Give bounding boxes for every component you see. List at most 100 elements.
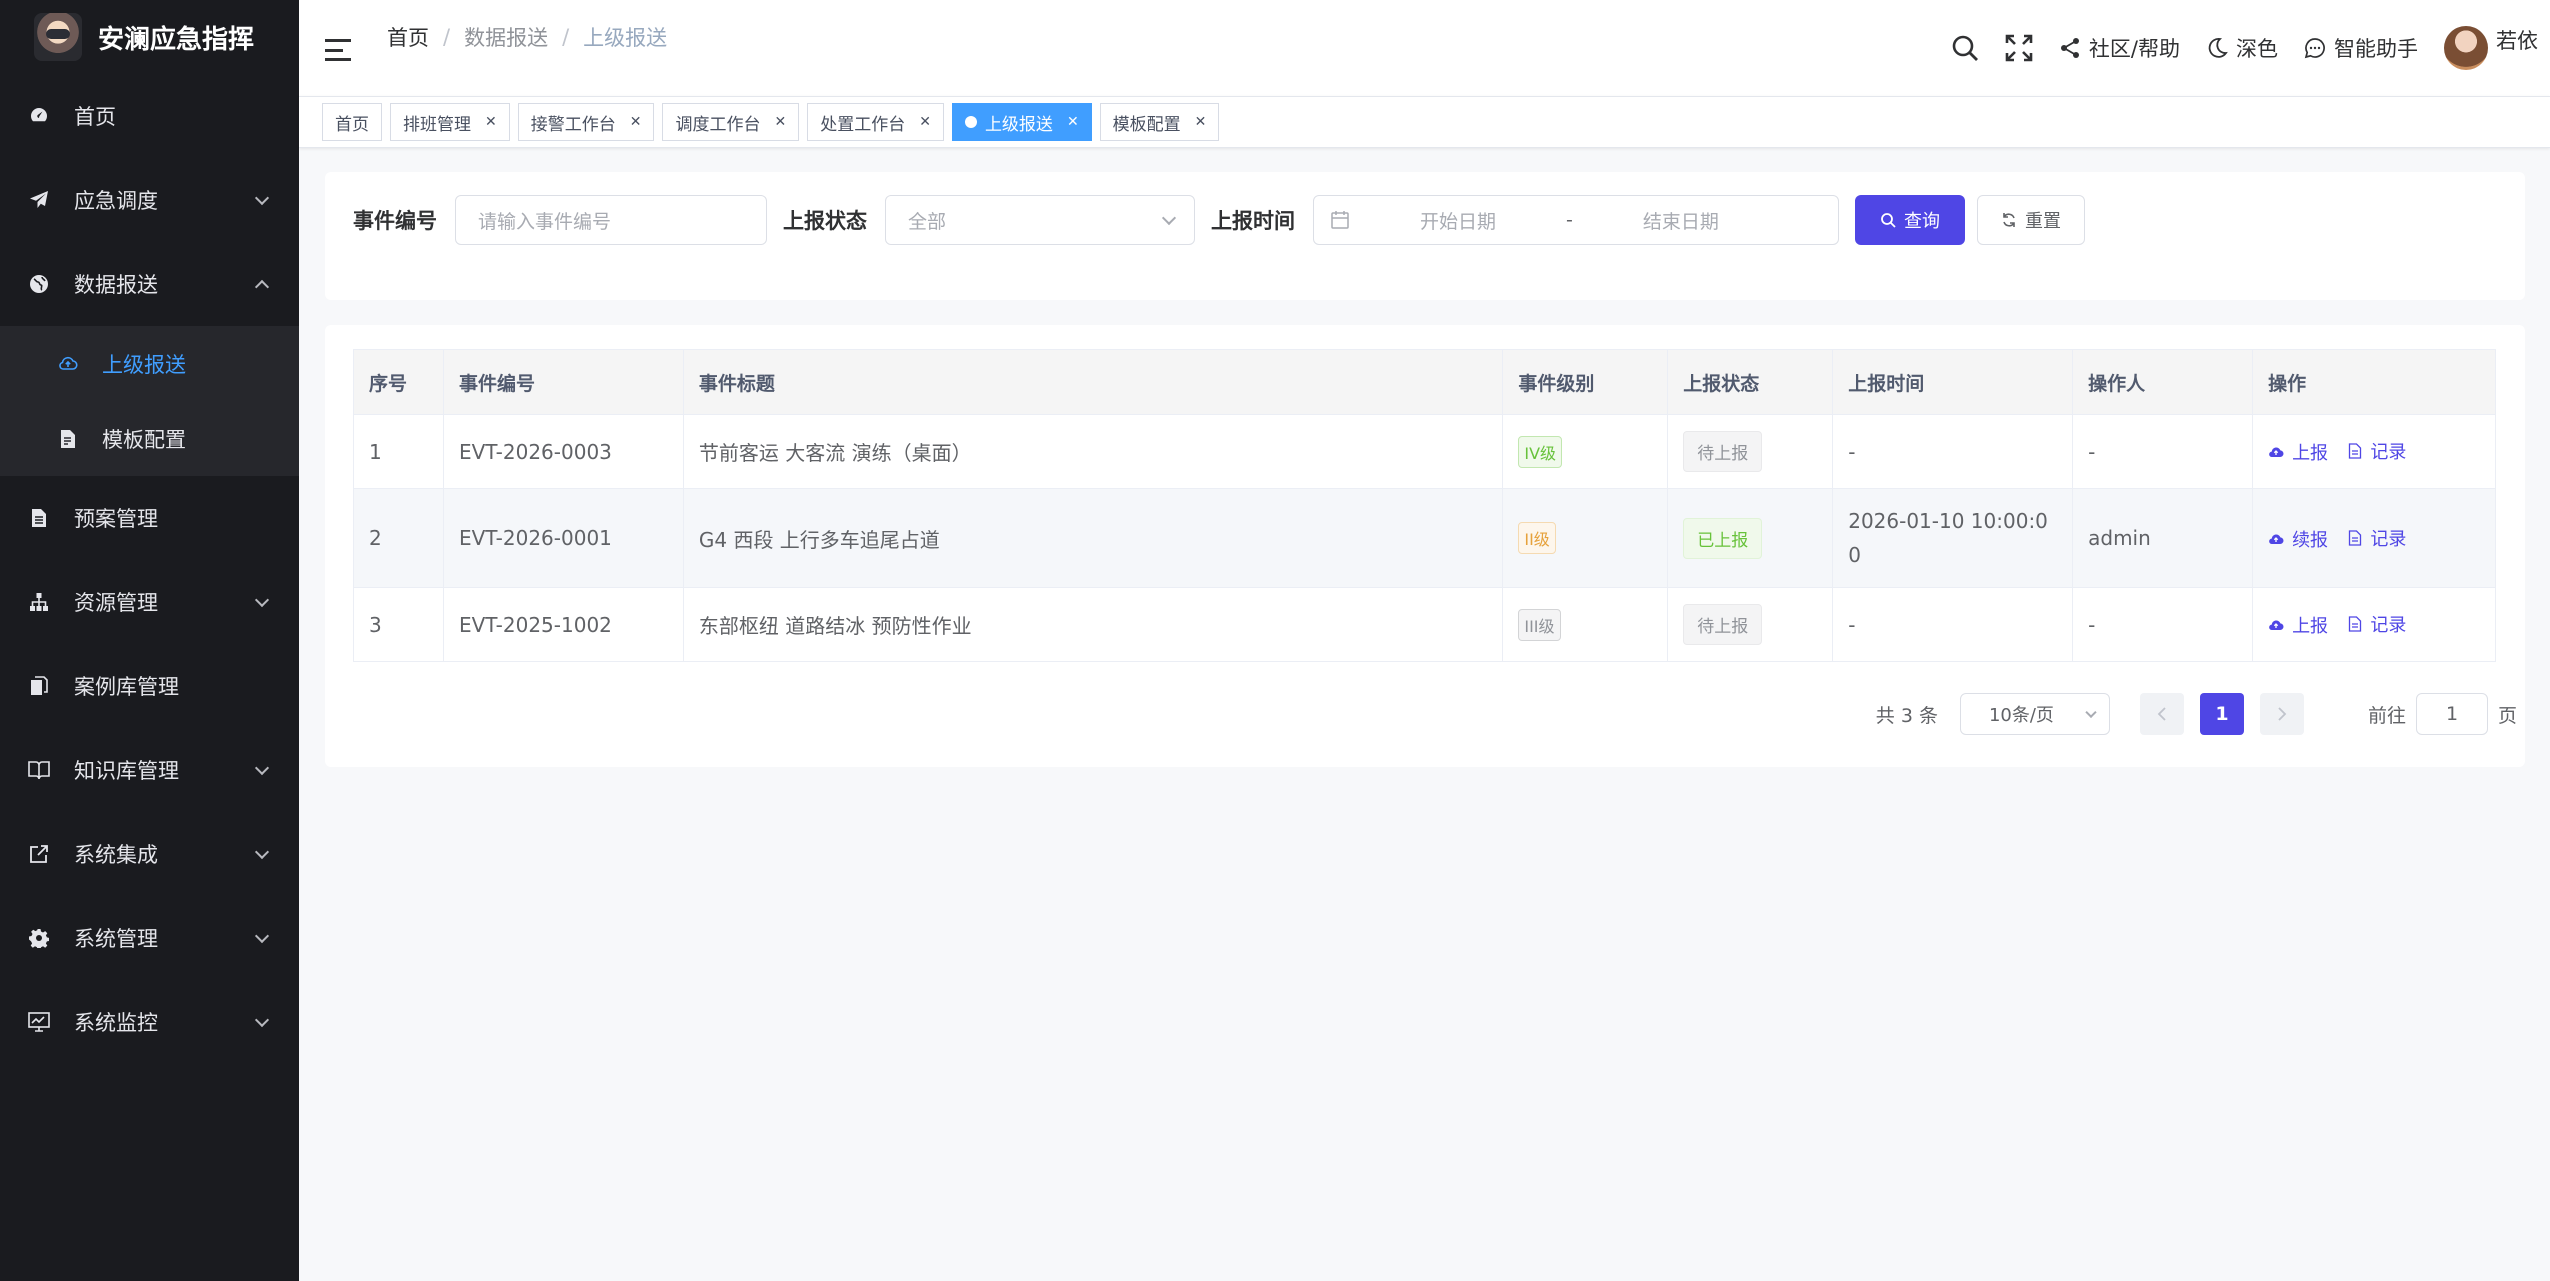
end-date-placeholder[interactable]: 结束日期 (1643, 207, 1719, 234)
tag-template-config[interactable]: 模板配置 ✕ (1099, 103, 1220, 141)
app-logo-bar[interactable]: 安澜应急指挥 (0, 0, 299, 74)
close-icon[interactable]: ✕ (1067, 114, 1079, 130)
user-menu[interactable]: 若依 (2444, 26, 2538, 70)
chevron-down-icon (254, 928, 270, 944)
tag-home[interactable]: 首页 (322, 103, 382, 141)
search-icon (1881, 213, 1896, 228)
cell-status: 待上报 (1667, 414, 1834, 489)
tag-label: 处置工作台 (820, 114, 906, 135)
search-button[interactable] (1951, 34, 1979, 62)
column-header: 事件标题 (682, 349, 1504, 415)
avatar (2444, 26, 2488, 70)
tag-label: 调度工作台 (675, 114, 761, 135)
header-tools: 社区/帮助 深色 智能助手 若依 (1951, 26, 2538, 70)
sidebar-item-dispatch[interactable]: 应急调度 (0, 158, 299, 242)
reset-button[interactable]: 重置 (1977, 195, 2085, 245)
cell-actions: 续报 记录 (2252, 488, 2496, 588)
moon-icon (2208, 38, 2228, 58)
cell-operator: admin (2072, 488, 2254, 588)
sidebar-toggle-icon[interactable] (325, 39, 351, 61)
org-tree-icon (28, 591, 50, 613)
sidebar-item-template-config[interactable]: 模板配置 (0, 401, 299, 476)
sidebar-item-label: 案例库管理 (74, 675, 179, 699)
close-icon[interactable]: ✕ (774, 114, 786, 130)
close-icon[interactable]: ✕ (1195, 114, 1207, 130)
column-header: 操作人 (2072, 349, 2254, 415)
table-row: 2 EVT-2026-0001 G4 西段 上行多车追尾占道 II级 已上报 2… (353, 488, 2496, 588)
column-header: 事件级别 (1502, 349, 1669, 415)
cloud-upload-icon (58, 354, 78, 374)
cell-title: 节前客运 大客流 演练（桌面） (682, 414, 1504, 489)
book-icon (28, 759, 50, 781)
cell-index: 3 (353, 587, 444, 662)
sidebar-item-system-admin[interactable]: 系统管理 (0, 896, 299, 980)
next-page-button[interactable] (2259, 693, 2304, 735)
community-help-link[interactable]: 社区/帮助 (2059, 33, 2180, 63)
report-table: 序号 事件编号 事件标题 事件级别 上报状态 上报时间 操作人 操作 1 EVT… (353, 349, 2496, 662)
report-action-button[interactable]: 上报 (2268, 612, 2328, 638)
document-icon (2349, 443, 2362, 459)
sidebar-item-superior-report[interactable]: 上级报送 (0, 326, 299, 401)
action-label: 上报 (2292, 616, 2329, 637)
record-action-button[interactable]: 记录 (2348, 438, 2406, 464)
tag-handling-desk[interactable]: 处置工作台 ✕ (807, 103, 944, 141)
sidebar-item-knowledge[interactable]: 知识库管理 (0, 728, 299, 812)
close-icon[interactable]: ✕ (485, 114, 497, 130)
date-range-picker[interactable]: 开始日期 - 结束日期 (1313, 195, 1839, 245)
cell-level: III级 (1502, 587, 1669, 662)
event-no-input[interactable]: 请输入事件编号 (455, 195, 767, 245)
sidebar: 安澜应急指挥 首页 应急调度 数据报送 上级报送 模板配置 预案管理 资源管理 … (0, 0, 299, 1281)
tag-dispatch-desk[interactable]: 调度工作台 ✕ (662, 103, 800, 141)
theme-toggle[interactable]: 深色 (2206, 33, 2278, 63)
submenu-data-report: 上级报送 模板配置 (0, 326, 299, 476)
page-size-select[interactable]: 10条/页 (1959, 693, 2110, 735)
cell-time: - (1832, 414, 2074, 489)
tags-view: 首页 排班管理 ✕ 接警工作台 ✕ 调度工作台 ✕ 处置工作台 ✕ 上级报送 ✕ 模板配置… (299, 96, 2550, 148)
goto-page-input[interactable]: 1 (2415, 693, 2488, 735)
tag-label: 上级报送 (984, 114, 1053, 135)
tag-label: 接警工作台 (530, 114, 616, 135)
start-date-placeholder[interactable]: 开始日期 (1420, 207, 1496, 234)
theme-label: 深色 (2236, 37, 2278, 61)
sidebar-item-label: 系统监控 (74, 1011, 158, 1035)
tag-alarm-desk[interactable]: 接警工作台 ✕ (517, 103, 655, 141)
assistant-label: 智能助手 (2334, 37, 2418, 61)
continue-report-action-button[interactable]: 续报 (2268, 526, 2328, 552)
sidebar-item-label: 上级报送 (102, 352, 186, 377)
breadcrumb-current: 上级报送 (583, 26, 668, 50)
close-icon[interactable]: ✕ (919, 114, 931, 130)
sidebar-item-home[interactable]: 首页 (0, 74, 299, 158)
report-action-button[interactable]: 上报 (2268, 439, 2328, 465)
tag-schedule[interactable]: 排班管理 ✕ (390, 103, 510, 141)
page-number-button[interactable]: 1 (2199, 693, 2244, 735)
sidebar-item-label: 应急调度 (74, 189, 158, 213)
tag-superior-report[interactable]: 上级报送 ✕ (951, 103, 1092, 141)
breadcrumb-home[interactable]: 首页 (387, 22, 429, 52)
record-action-button[interactable]: 记录 (2348, 525, 2406, 551)
sidebar-item-integration[interactable]: 系统集成 (0, 812, 299, 896)
sidebar-item-data-report[interactable]: 数据报送 (0, 242, 299, 326)
close-icon[interactable]: ✕ (630, 114, 642, 130)
assistant-button[interactable]: 智能助手 (2304, 33, 2418, 63)
robot-logo-icon (34, 13, 82, 61)
status-badge: 已上报 (1683, 517, 1763, 559)
cell-status: 已上报 (1667, 488, 1834, 588)
record-action-button[interactable]: 记录 (2348, 611, 2406, 637)
status-select-value: 全部 (908, 210, 947, 233)
query-button[interactable]: 查询 (1855, 195, 1965, 245)
sidebar-item-resource[interactable]: 资源管理 (0, 560, 299, 644)
refresh-icon (2003, 213, 2015, 227)
sidebar-item-system-monitor[interactable]: 系统监控 (0, 980, 299, 1064)
fullscreen-button[interactable] (2005, 34, 2033, 62)
sidebar-item-case-library[interactable]: 案例库管理 (0, 644, 299, 728)
column-header: 上报时间 (1832, 349, 2074, 415)
prev-page-button[interactable] (2139, 693, 2184, 735)
active-dot-icon (964, 116, 977, 128)
breadcrumb-separator: / (562, 25, 570, 49)
gear-icon (28, 927, 50, 949)
breadcrumb-data-report[interactable]: 数据报送 (464, 22, 548, 52)
status-select[interactable]: 全部 (885, 195, 1195, 245)
community-help-label: 社区/帮助 (2088, 37, 2180, 61)
sidebar-item-plan[interactable]: 预案管理 (0, 476, 299, 560)
cell-level: IV级 (1502, 414, 1669, 489)
